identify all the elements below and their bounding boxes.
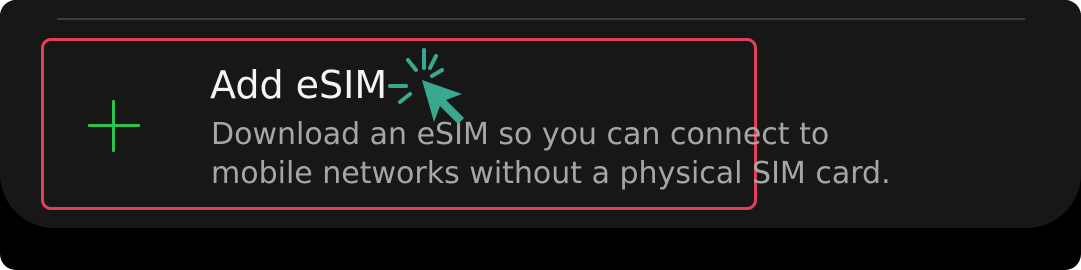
add-esim-description: Download an eSIM so you can connect to m… xyxy=(211,117,891,191)
add-esim-title: Add eSIM xyxy=(210,63,388,107)
divider xyxy=(57,18,1025,20)
click-cursor-icon xyxy=(388,48,464,124)
settings-card: Add eSIM Download an eSIM so you can con… xyxy=(0,0,1081,228)
screen-frame: Add eSIM Download an eSIM so you can con… xyxy=(0,0,1081,270)
plus-icon xyxy=(88,100,140,152)
